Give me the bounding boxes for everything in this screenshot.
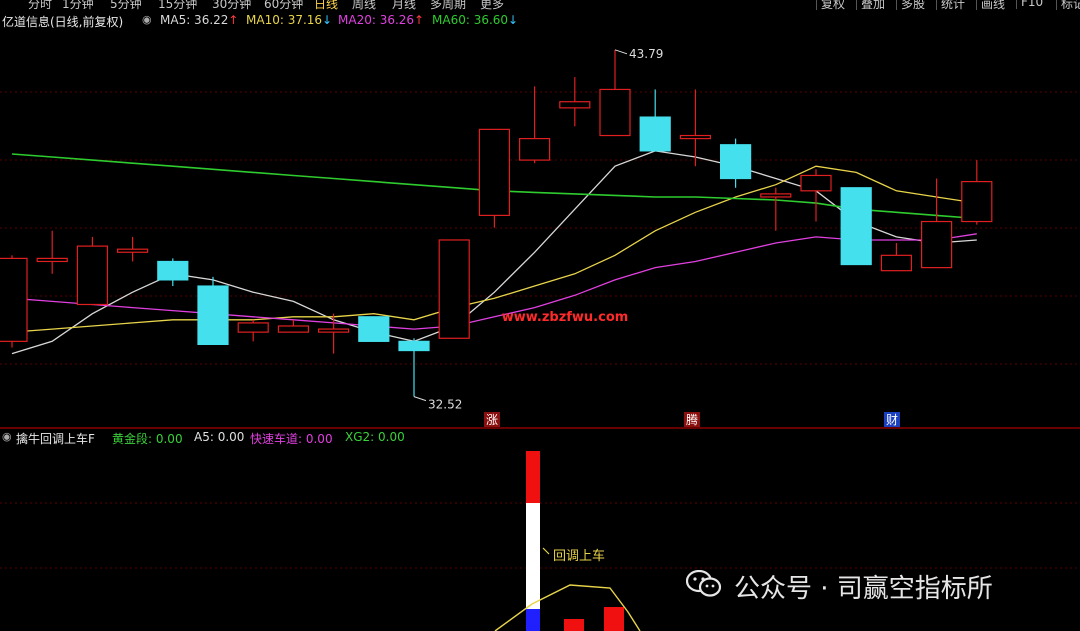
candle-body-17: [679, 134, 712, 140]
candle-body-8: [318, 328, 350, 333]
candle-body-4: [157, 260, 189, 281]
sub-indicator-chart: 回调上车: [494, 451, 641, 631]
collapse-icon[interactable]: ◉: [142, 13, 152, 26]
candle-body-15: [599, 88, 631, 137]
candle-body-12: [478, 128, 510, 216]
candles: [0, 49, 993, 397]
candle-body-14: [559, 101, 591, 109]
annotations: 43.79 32.52 涨 腾 财 www.zbzfwu.com: [413, 47, 900, 427]
sub-legend-item-1: A5: 0.00: [194, 430, 245, 444]
candle-body-10: [398, 340, 430, 352]
candle-body-6: [237, 322, 269, 333]
candle-body-11: [438, 239, 470, 339]
sub-bar-0: [564, 619, 584, 631]
sub-legend-item-3: XG2: 0.00: [345, 430, 405, 444]
candle-body-23: [920, 220, 953, 269]
candle-body-3: [116, 248, 149, 253]
watermark-text: 公众号 · 司赢空指标所: [734, 574, 993, 604]
signal-pointer: [542, 547, 550, 555]
ma-legend-ma20: MA20: 36.26↑: [338, 13, 425, 27]
sub-legend-item-0: 黄金段: 0.00: [112, 432, 183, 446]
candle-body-21: [840, 187, 872, 266]
indicator-title[interactable]: 擒牛回调上车F: [16, 430, 95, 447]
signal-bar-white: [526, 503, 540, 609]
wechat-icon: [686, 570, 722, 597]
low-pointer: [413, 396, 427, 402]
stock-title[interactable]: 亿道信息(日线,前复权): [2, 13, 123, 30]
candle-body-1: [36, 257, 68, 263]
ma-legend-ma60: MA60: 36.60↓: [432, 13, 519, 27]
candle-body-2: [76, 245, 109, 306]
candle-body-5: [197, 285, 229, 346]
candle-body-20: [800, 174, 832, 192]
site-watermark: www.zbzfwu.com: [502, 310, 629, 325]
candle-body-0: [0, 257, 28, 342]
kline-chart: 43.79 32.52 涨 腾 财 www.zbzfwu.com 回调上车: [0, 47, 1080, 631]
high-pointer: [614, 49, 628, 55]
ma-legend-ma10: MA10: 37.16↓: [246, 13, 333, 27]
signal-bar-red: [526, 451, 540, 503]
trend-up-icon: ↑: [414, 13, 425, 27]
candle-body-18: [719, 144, 752, 180]
trend-up-icon: ↑: [228, 13, 239, 27]
trend-down-icon: ↓: [508, 13, 519, 27]
trend-down-icon: ↓: [322, 13, 333, 27]
event-marker-0: 涨: [486, 412, 498, 427]
ma-legend-ma5: MA5: 36.22↑: [160, 13, 239, 27]
event-marker-1: 腾: [686, 412, 698, 427]
candle-body-19: [760, 193, 792, 198]
sub-bar-1: [604, 607, 624, 631]
signal-bar-blue: [526, 609, 540, 631]
high-price-label: 43.79: [629, 47, 663, 61]
sub-legend-item-2: 快速车道: 0.00: [250, 432, 333, 446]
event-marker-2: 财: [886, 413, 898, 427]
indicator-menu-icon[interactable]: ◉: [2, 430, 12, 443]
candle-body-13: [518, 137, 551, 161]
candle-body-24: [961, 181, 993, 223]
candle-body-22: [880, 254, 913, 272]
candle-body-16: [639, 116, 671, 152]
low-price-label: 32.52: [428, 398, 462, 412]
candle-body-7: [277, 325, 309, 333]
signal-label: 回调上车: [553, 548, 605, 564]
candle-body-9: [358, 316, 390, 342]
